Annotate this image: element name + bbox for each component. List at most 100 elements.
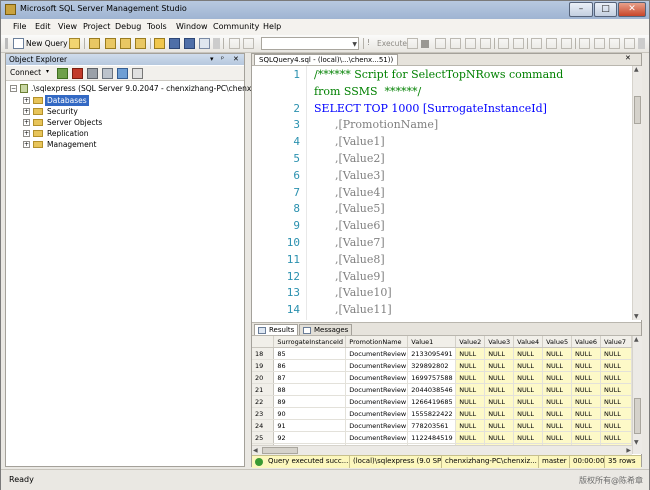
- intellisense-icon[interactable]: [498, 38, 509, 49]
- table-cell[interactable]: 91: [273, 419, 347, 432]
- results-to-grid-icon[interactable]: [546, 38, 557, 49]
- table-cell[interactable]: 2133095491: [407, 347, 457, 360]
- table-cell[interactable]: NULL: [513, 419, 544, 432]
- table-cell[interactable]: NULL: [571, 383, 601, 396]
- comment-out-icon[interactable]: [579, 38, 590, 49]
- table-cell[interactable]: NULL: [600, 407, 632, 420]
- table-cell[interactable]: 88: [273, 383, 347, 396]
- connect-object-icon[interactable]: [57, 68, 68, 79]
- table-cell[interactable]: DocumentReview: [345, 395, 409, 408]
- row-number[interactable]: 18: [252, 347, 275, 360]
- design-icon[interactable]: [229, 38, 240, 49]
- menu-tools[interactable]: Tools: [147, 22, 167, 31]
- table-cell[interactable]: NULL: [542, 359, 573, 372]
- table-row[interactable]: 21 88 DocumentReview 2044038546 NULL NULL NULL…: [252, 383, 632, 396]
- table-cell[interactable]: 1266419685: [407, 395, 457, 408]
- table-cell[interactable]: NULL: [542, 431, 573, 444]
- table-cell[interactable]: NULL: [600, 419, 632, 432]
- table-cell[interactable]: NULL: [513, 371, 544, 384]
- table-cell[interactable]: NULL: [542, 347, 573, 360]
- table-cell[interactable]: NULL: [484, 419, 515, 432]
- column-header[interactable]: Value1: [407, 336, 457, 348]
- table-cell[interactable]: NULL: [571, 371, 601, 384]
- table-cell[interactable]: NULL: [513, 431, 544, 444]
- expand-icon[interactable]: +: [23, 97, 30, 104]
- increase-indent-icon[interactable]: [624, 38, 635, 49]
- column-header[interactable]: PromotionName: [345, 336, 409, 348]
- stop-icon[interactable]: [421, 40, 429, 48]
- table-cell[interactable]: 85: [273, 347, 347, 360]
- row-number[interactable]: 22: [252, 395, 275, 408]
- results-hscroll-thumb[interactable]: [262, 447, 298, 454]
- row-number[interactable]: 20: [252, 371, 275, 384]
- table-row[interactable]: 25 92 DocumentReview 1122484519 NULL NULL NULL…: [252, 431, 632, 444]
- table-cell[interactable]: NULL: [542, 407, 573, 420]
- table-cell[interactable]: 778203561: [407, 419, 457, 432]
- table-cell[interactable]: NULL: [542, 383, 573, 396]
- open-file-icon[interactable]: [154, 38, 165, 49]
- editor-scroll-thumb[interactable]: [634, 96, 641, 124]
- sql-editor[interactable]: 1 /****** Script for SelectTopNRows comma…: [252, 66, 632, 320]
- table-cell[interactable]: NULL: [513, 383, 544, 396]
- table-cell[interactable]: NULL: [513, 347, 544, 360]
- scroll-up-icon[interactable]: ▲: [634, 336, 639, 343]
- save-icon[interactable]: [169, 38, 180, 49]
- row-number[interactable]: 24: [252, 419, 275, 432]
- table-row[interactable]: 22 89 DocumentReview 1266419685 NULL NULL NULL…: [252, 395, 632, 408]
- scroll-left-icon[interactable]: ◀: [253, 447, 258, 454]
- include-plan-icon[interactable]: [513, 38, 524, 49]
- menu-file[interactable]: File: [13, 22, 26, 31]
- menu-community[interactable]: Community: [213, 22, 259, 31]
- table-cell[interactable]: 1122484519: [407, 431, 457, 444]
- results-grid[interactable]: SurrogateInstanceId PromotionName Value1 Va…: [252, 336, 632, 454]
- maximize-button[interactable]: □: [594, 2, 617, 17]
- table-cell[interactable]: 329892802: [407, 359, 457, 372]
- mdx-query-icon[interactable]: [105, 38, 116, 49]
- table-cell[interactable]: NULL: [600, 431, 632, 444]
- scroll-up-icon[interactable]: ▲: [634, 66, 639, 73]
- results-scrollbar[interactable]: ▲ ▼: [632, 336, 642, 454]
- table-cell[interactable]: NULL: [455, 383, 486, 396]
- table-cell[interactable]: NULL: [455, 371, 486, 384]
- row-number[interactable]: 23: [252, 407, 275, 420]
- connect-dropdown-icon[interactable]: ▾: [46, 68, 52, 79]
- xmla-query-icon[interactable]: [135, 38, 146, 49]
- column-header[interactable]: Value2: [455, 336, 486, 348]
- table-cell[interactable]: NULL: [484, 371, 515, 384]
- query-options-icon[interactable]: [480, 38, 491, 49]
- new-query-button[interactable]: New Query: [26, 39, 68, 48]
- table-cell[interactable]: NULL: [455, 347, 486, 360]
- table-cell[interactable]: NULL: [455, 359, 486, 372]
- table-cell[interactable]: DocumentReview: [345, 419, 409, 432]
- connect-button[interactable]: Connect: [10, 68, 41, 77]
- table-cell[interactable]: NULL: [484, 359, 515, 372]
- column-header[interactable]: Value4: [513, 336, 544, 348]
- row-number[interactable]: 25: [252, 431, 275, 444]
- table-cell[interactable]: NULL: [571, 407, 601, 420]
- results-hscrollbar[interactable]: ◀ ▶: [252, 445, 632, 455]
- table-cell[interactable]: NULL: [542, 371, 573, 384]
- database-engine-query-icon[interactable]: [69, 38, 80, 49]
- table-row[interactable]: 20 87 DocumentReview 1699757588 NULL NULL NULL…: [252, 371, 632, 384]
- activity-monitor-icon[interactable]: [199, 38, 210, 49]
- table-cell[interactable]: NULL: [513, 407, 544, 420]
- tab-messages[interactable]: Messages: [299, 324, 353, 335]
- column-header[interactable]: [252, 336, 275, 348]
- table-cell[interactable]: NULL: [455, 431, 486, 444]
- collapse-icon[interactable]: −: [10, 85, 17, 92]
- uncomment-icon[interactable]: [594, 38, 605, 49]
- table-cell[interactable]: 86: [273, 359, 347, 372]
- auto-hide-pin-icon[interactable]: ᵖ: [221, 54, 224, 65]
- close-panel-icon[interactable]: ✕: [233, 54, 239, 65]
- toolbar-overflow-icon-2[interactable]: [638, 38, 645, 49]
- close-document-icon[interactable]: ✕: [625, 54, 631, 62]
- toolbar-overflow-icon[interactable]: [213, 38, 220, 49]
- table-cell[interactable]: NULL: [571, 347, 601, 360]
- table-cell[interactable]: NULL: [571, 359, 601, 372]
- table-cell[interactable]: NULL: [484, 431, 515, 444]
- parse-query-icon[interactable]: [435, 38, 446, 49]
- available-databases-combo[interactable]: ▼: [261, 37, 359, 50]
- row-number[interactable]: 19: [252, 359, 275, 372]
- title-bar[interactable]: Microsoft SQL Server Management Studio –…: [1, 1, 649, 19]
- execute-button[interactable]: Execute: [377, 39, 407, 48]
